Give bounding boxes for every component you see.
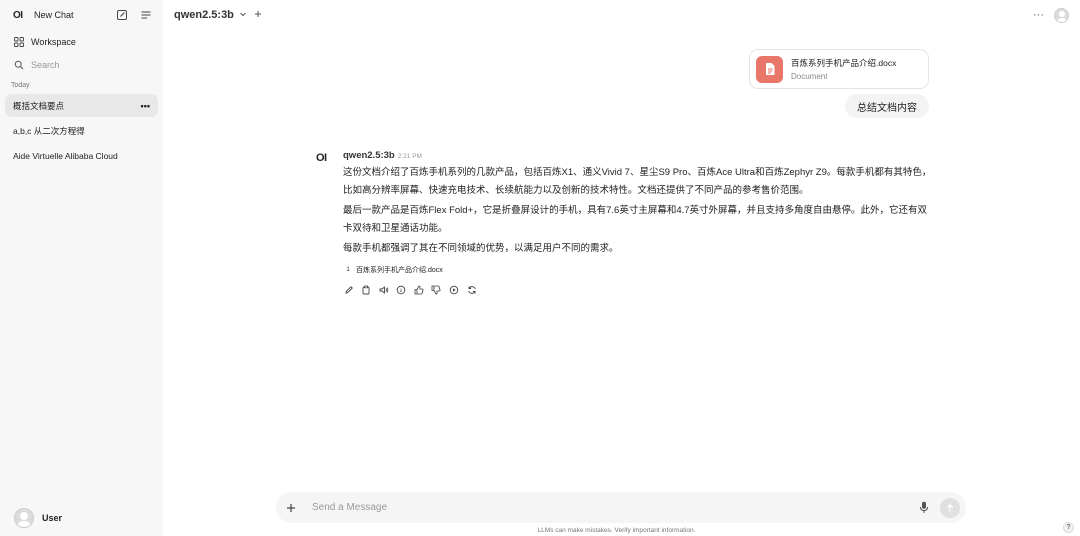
chat-item-title: 概括文档要点 (13, 100, 65, 111)
attach-plus-icon[interactable] (286, 500, 302, 516)
user-menu[interactable]: User (14, 508, 62, 528)
thumbs-up-icon[interactable] (413, 284, 424, 295)
profile-avatar[interactable] (1054, 7, 1069, 23)
citation-chip[interactable]: 1 百炼系列手机产品介绍.docx (343, 263, 443, 276)
message-input[interactable] (312, 502, 917, 513)
topbar-right: ··· (1033, 7, 1069, 23)
edit-icon[interactable] (343, 284, 354, 295)
message-actions (343, 284, 936, 295)
message-time: 2:21 PM (397, 153, 422, 160)
thumbs-down-icon[interactable] (431, 284, 442, 295)
attached-file-card[interactable]: 百炼系列手机产品介绍.docx Document (749, 49, 929, 89)
citation-file: 百炼系列手机产品介绍.docx (356, 266, 443, 274)
disclaimer-text: LLMs can make mistakes. Verify important… (537, 527, 696, 534)
search-field[interactable]: Search (0, 53, 163, 76)
chat-menu-icon[interactable]: ··· (1033, 9, 1044, 21)
regenerate-icon[interactable] (466, 284, 477, 295)
citation-number: 1 (346, 266, 350, 273)
user-name: User (42, 513, 63, 523)
section-today: Today (11, 82, 30, 89)
microphone-icon[interactable] (917, 501, 931, 515)
message-paragraph: 最后一款产品是百炼Flex Fold+，它是折叠屏设计的手机，具有7.6英寸主屏… (343, 205, 928, 234)
compose-icon[interactable] (115, 8, 129, 22)
document-icon (756, 55, 783, 83)
chat-item[interactable]: 概括文档要点 ••• (5, 94, 158, 117)
app-logo[interactable]: OI (13, 10, 29, 21)
send-button[interactable] (940, 497, 960, 518)
search-placeholder: Search (31, 59, 60, 70)
assistant-message: OI qwen2.5:3b 2:21 PM 这份文档介绍了百炼手机系列的几款产品… (316, 150, 936, 295)
chat-item[interactable]: a,b,c 从二次方程得 (5, 119, 158, 142)
sidebar-toggle-icon[interactable] (139, 8, 153, 22)
chat-item-title: Aide Virtuelle Alibaba Cloud (13, 150, 118, 161)
assistant-name: qwen2.5:3b (343, 150, 395, 161)
user-message-bubble: 总结文档内容 (845, 94, 929, 118)
workspace-link[interactable]: Workspace (0, 30, 163, 53)
search-icon (13, 59, 24, 70)
chat-item-title: a,b,c 从二次方程得 (13, 125, 85, 136)
file-type: Document (791, 72, 828, 81)
info-icon[interactable] (396, 284, 407, 295)
file-name: 百炼系列手机产品介绍.docx (791, 58, 897, 68)
chat-item[interactable]: Aide Virtuelle Alibaba Cloud (5, 144, 158, 167)
message-input-bar (276, 492, 966, 523)
message-paragraph: 这份文档介绍了百炼手机系列的几款产品，包括百炼X1、通义Vivid 7、星尘S9… (343, 167, 932, 196)
chevron-down-icon[interactable] (239, 10, 247, 20)
help-button[interactable]: ? (1063, 522, 1074, 533)
read-aloud-icon[interactable] (378, 284, 389, 295)
sidebar: OI New Chat Workspace Search Today 概括文档要… (0, 0, 163, 536)
main-area: qwen2.5:3b ··· 百炼系列手机产品介绍.docx Document … (163, 0, 1080, 536)
more-options-icon[interactable]: ••• (141, 101, 150, 111)
message-paragraph: 每款手机都强调了其在不同领域的优势，以满足用户不同的需求。 (343, 243, 619, 254)
assistant-logo: OI (316, 152, 327, 164)
add-model-icon[interactable] (254, 9, 262, 21)
sidebar-header: OI New Chat (0, 0, 163, 30)
model-selector[interactable]: qwen2.5:3b (174, 9, 234, 21)
copy-icon[interactable] (361, 284, 372, 295)
new-chat-button[interactable]: New Chat (34, 10, 105, 20)
workspace-icon (13, 36, 24, 47)
user-avatar (14, 508, 34, 528)
workspace-label: Workspace (31, 36, 76, 47)
continue-icon[interactable] (449, 284, 460, 295)
top-bar: qwen2.5:3b ··· (163, 0, 1080, 30)
